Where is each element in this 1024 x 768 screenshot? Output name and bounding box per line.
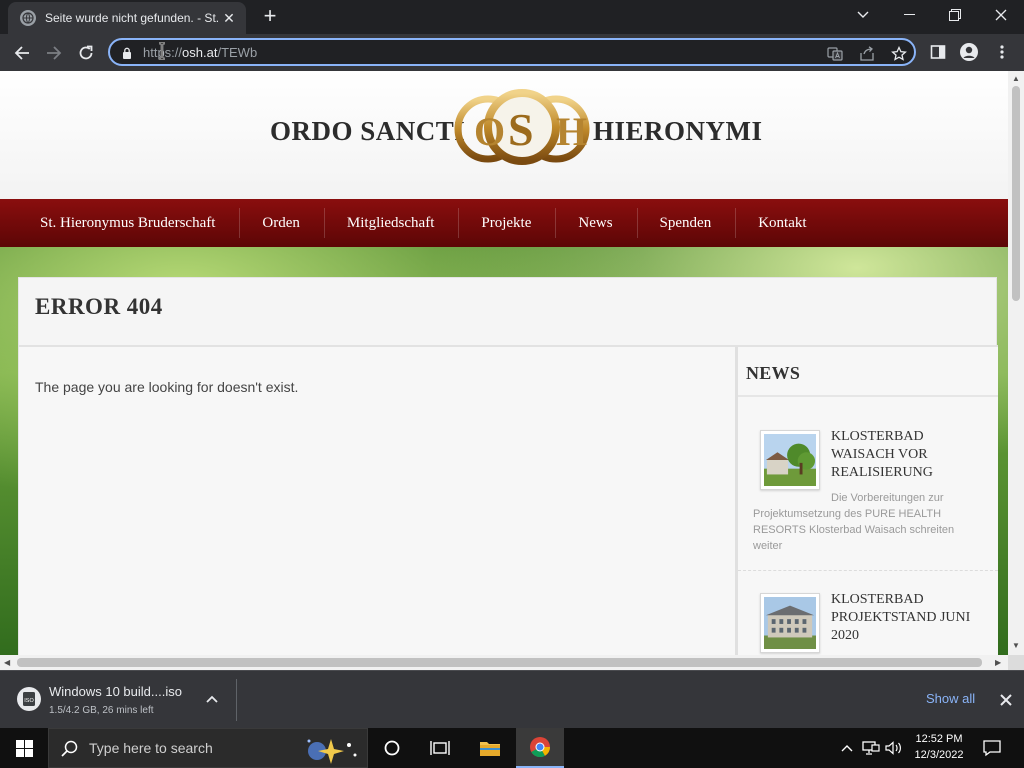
new-tab-button[interactable]: +	[258, 4, 282, 28]
menu-kebab-icon[interactable]	[992, 42, 1012, 62]
nav-item-news[interactable]: News	[556, 208, 638, 238]
nav-item-orden[interactable]: Orden	[240, 208, 325, 238]
scroll-down-arrow-icon[interactable]: ▼	[1012, 641, 1020, 650]
news-image-house-tree	[764, 434, 816, 486]
news-excerpt: Die Vorbereitungen zur Projektumsetzung …	[753, 492, 955, 552]
emblem-letter-s: S	[508, 104, 534, 155]
content-panel: ERROR 404 The page you are looking for d…	[18, 277, 998, 655]
chevron-up-icon[interactable]	[203, 691, 221, 709]
news-image-building	[764, 597, 816, 649]
iso-file-icon[interactable]: ISO	[17, 687, 41, 711]
browser-toolbar: https://osh.at/TEWb	[0, 34, 1024, 71]
taskbar-search-box[interactable]: Type here to search	[48, 728, 368, 768]
emblem-letter-h: H	[556, 109, 587, 154]
lock-icon[interactable]	[122, 46, 132, 64]
text-cursor-icon	[159, 42, 165, 60]
translate-icon[interactable]	[826, 45, 844, 63]
news-divider	[738, 570, 998, 571]
tab-title: Seite wurde nicht gefunden. - St.	[45, 11, 220, 25]
news-headline[interactable]: KLOSTERBAD WAISACH VOR REALISIERUNG	[831, 428, 981, 482]
bookmark-star-icon[interactable]	[890, 45, 908, 63]
site-main-nav: St. Hieronymus Bruderschaft Orden Mitgli…	[0, 199, 1008, 247]
nav-item-projekte[interactable]: Projekte	[459, 208, 557, 238]
sidebar-title: NEWS	[746, 363, 801, 383]
horizontal-scrollbar[interactable]: ◀ ▶	[0, 655, 1008, 670]
emblem-letter-o: O	[474, 109, 505, 154]
nav-item-spenden[interactable]: Spenden	[638, 208, 737, 238]
page-title: ERROR 404	[35, 294, 163, 319]
horizontal-scroll-thumb[interactable]	[17, 658, 982, 667]
tab-strip: Seite wurde nicht gefunden. - St. ✕ +	[0, 0, 1024, 34]
forward-button[interactable]	[41, 40, 67, 66]
news-thumbnail[interactable]	[760, 593, 820, 653]
download-file-name[interactable]: Windows 10 build....iso	[49, 684, 182, 699]
svg-text:ISO: ISO	[24, 698, 34, 704]
cortana-circle-icon[interactable]	[370, 728, 414, 768]
profile-avatar-icon[interactable]	[959, 42, 979, 62]
news-thumbnail[interactable]	[760, 430, 820, 490]
search-highlight-illustration	[297, 731, 365, 767]
chrome-taskbar-icon[interactable]	[516, 728, 564, 768]
search-icon	[61, 740, 78, 762]
site-header: ORDO SANCTI O S H HIERONYMI	[0, 71, 1008, 199]
vertical-scroll-thumb[interactable]	[1012, 86, 1020, 301]
scroll-left-arrow-icon[interactable]: ◀	[4, 658, 10, 667]
volume-icon[interactable]	[884, 728, 904, 768]
page-viewport: ORDO SANCTI O S H HIERONYMI St. Hieronym…	[0, 71, 1008, 655]
download-progress-text: 1.5/4.2 GB, 26 mins left	[49, 705, 154, 716]
nav-item-mitgliedschaft[interactable]: Mitgliedschaft	[325, 208, 460, 238]
download-divider	[236, 679, 237, 721]
windows-start-icon[interactable]	[0, 728, 48, 768]
restore-button[interactable]	[932, 0, 978, 30]
news-headline[interactable]: KLOSTERBAD PROJEKTSTAND JUNI 2020	[831, 591, 981, 645]
clock-time: 12:52 PM	[915, 733, 963, 745]
minimize-button[interactable]	[886, 0, 932, 30]
sidebar-divider	[738, 395, 998, 397]
task-view-icon[interactable]	[418, 728, 462, 768]
vertical-scrollbar[interactable]: ▲ ▼	[1008, 71, 1024, 655]
taskbar-clock[interactable]: 12:52 PM 12/3/2022	[905, 731, 973, 763]
nav-item-kontakt[interactable]: Kontakt	[736, 208, 830, 238]
scroll-right-arrow-icon[interactable]: ▶	[995, 658, 1001, 667]
nav-item-bruderschaft[interactable]: St. Hieronymus Bruderschaft	[28, 208, 241, 238]
search-placeholder[interactable]: Type here to search	[89, 740, 213, 756]
close-download-shelf-icon[interactable]	[996, 690, 1016, 710]
file-explorer-icon[interactable]	[466, 728, 514, 768]
tab-close-icon[interactable]: ✕	[220, 10, 238, 27]
scrollbar-corner	[1008, 655, 1024, 670]
clock-date: 12/3/2022	[914, 749, 964, 761]
show-all-downloads-link[interactable]: Show all	[926, 691, 975, 706]
not-found-message: The page you are looking for doesn't exi…	[35, 379, 299, 395]
windows-taskbar: Type here to search 12:52 PM 12/3/2022	[0, 728, 1024, 768]
share-icon[interactable]	[858, 45, 876, 63]
back-button[interactable]	[9, 40, 35, 66]
main-column: The page you are looking for doesn't exi…	[19, 347, 735, 655]
notification-center-icon[interactable]	[978, 728, 1006, 768]
close-window-button[interactable]	[978, 0, 1024, 30]
logo-text-right[interactable]: HIERONYMI	[593, 116, 763, 147]
reload-button[interactable]	[73, 40, 99, 66]
osh-emblem-logo[interactable]: O S H	[452, 89, 592, 171]
tab-search-chevron-icon[interactable]	[840, 0, 886, 30]
globe-icon	[20, 10, 36, 26]
address-bar[interactable]: https://osh.at/TEWb	[108, 38, 916, 66]
side-panel-icon[interactable]	[928, 42, 948, 62]
network-icon[interactable]	[860, 728, 882, 768]
download-shelf: ISO Windows 10 build....iso 1.5/4.2 GB, …	[0, 670, 1024, 728]
scroll-up-arrow-icon[interactable]: ▲	[1012, 74, 1020, 83]
news-sidebar: NEWS KLOSTERBAD WAISACH VOR REALISIERUNG	[738, 347, 998, 655]
browser-tab-active[interactable]: Seite wurde nicht gefunden. - St. ✕	[8, 2, 246, 34]
logo-text-left[interactable]: ORDO SANCTI	[270, 116, 465, 147]
tray-overflow-chevron-icon[interactable]	[838, 728, 856, 768]
